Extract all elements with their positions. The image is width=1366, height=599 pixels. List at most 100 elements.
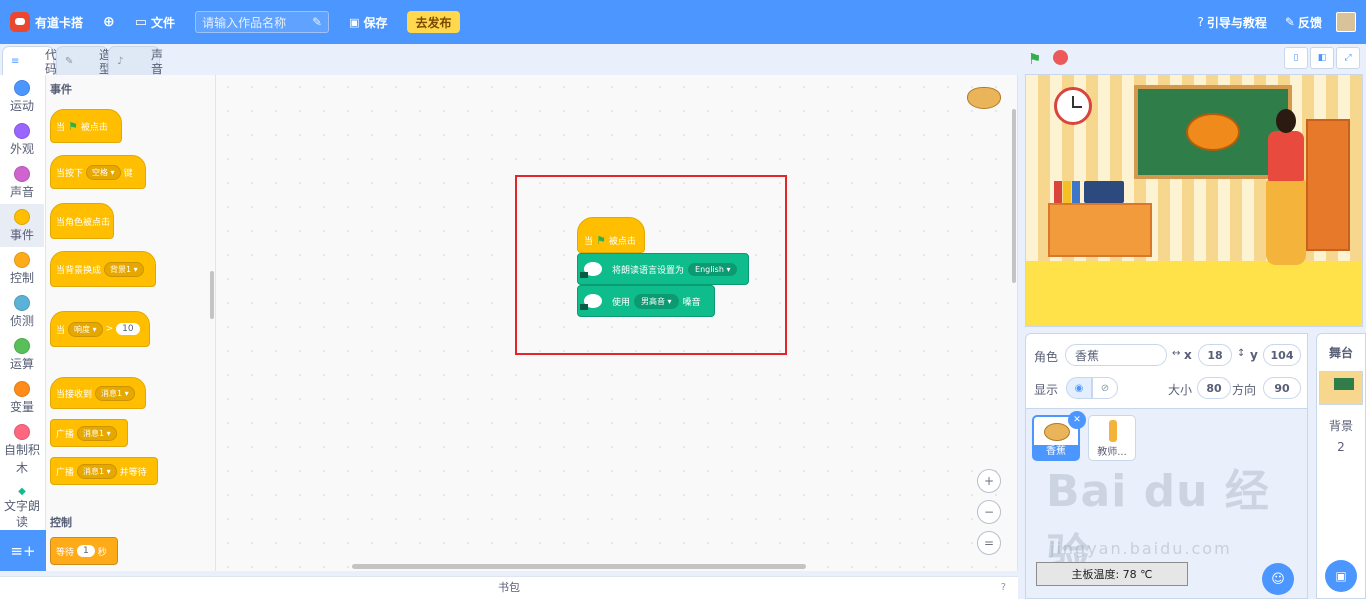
script-area[interactable]: 当 ⚑ 被点击 将朗读语言设置为 English ▾ 使用 男高音 ▾ 嗓音 + − = xyxy=(216,75,1018,571)
direction-input[interactable]: 90 xyxy=(1263,377,1301,399)
feedback-label: 反馈 xyxy=(1297,15,1322,30)
publish-button[interactable]: 去发布 xyxy=(407,11,460,33)
tab-costumes[interactable]: ✎ 造型 xyxy=(56,46,111,76)
fullscreen-button[interactable]: ⤢ xyxy=(1336,47,1360,69)
looks-dot-icon xyxy=(14,123,30,139)
sprite-label: 角色 xyxy=(1034,350,1059,364)
backdrop-dropdown[interactable]: 背景1 ▾ xyxy=(104,261,144,277)
wait-input[interactable]: 1 xyxy=(77,545,95,557)
category-label: 自制积木 xyxy=(3,443,40,475)
avatar[interactable] xyxy=(1336,12,1356,32)
normal-stage-button[interactable]: ◧ xyxy=(1310,47,1334,69)
category-looks[interactable]: 外观 xyxy=(0,118,44,161)
add-backdrop-button[interactable]: ▣ xyxy=(1325,560,1357,592)
language-dropdown[interactable]: English ▾ xyxy=(688,262,738,276)
show-visible-button[interactable]: ◉ xyxy=(1066,377,1092,399)
script-block-set-language[interactable]: 将朗读语言设置为 English ▾ xyxy=(577,253,749,285)
backdrop-count: 2 xyxy=(1337,440,1345,454)
category-my-blocks[interactable]: 自制积木 xyxy=(0,419,44,481)
category-sound[interactable]: 声音 xyxy=(0,161,44,204)
extension-icon: ≡+ xyxy=(10,541,36,560)
block-text: 当接收到 xyxy=(56,389,93,400)
category-events[interactable]: 事件 xyxy=(0,204,44,247)
script-block-set-voice[interactable]: 使用 男高音 ▾ 嗓音 xyxy=(577,285,715,317)
horizontal-scrollbar[interactable] xyxy=(352,564,806,569)
message-dropdown[interactable]: 消息1 ▾ xyxy=(95,385,135,401)
globe-icon[interactable]: ⊕ xyxy=(103,14,115,30)
category-variables[interactable]: 变量 xyxy=(0,376,44,419)
block-when-sprite-clicked[interactable]: 当角色被点击 xyxy=(50,203,114,239)
category-text-to-speech[interactable]: ◆ 文字朗读 xyxy=(0,481,44,537)
logo-text: 有道卡搭 xyxy=(35,15,84,30)
script-block-when-flag-clicked[interactable]: 当 ⚑ 被点击 xyxy=(577,217,645,253)
stage-selector-panel[interactable]: 舞台 背景 2 ▣ xyxy=(1316,333,1366,599)
block-when-flag-clicked[interactable]: 当 ⚑ 被点击 xyxy=(50,109,122,143)
green-flag-button[interactable]: ⚑ xyxy=(1028,50,1041,68)
loudness-input[interactable]: 10 xyxy=(116,323,140,335)
message-dropdown[interactable]: 消息1 ▾ xyxy=(77,425,117,441)
small-stage-button[interactable]: ▯ xyxy=(1284,47,1308,69)
zoom-out-button[interactable]: − xyxy=(977,500,1001,524)
project-name-input[interactable]: 请输入作品名称 ✎ xyxy=(195,11,330,33)
my-blocks-dot-icon xyxy=(14,424,30,440)
backpack-bar[interactable]: 书包 ? xyxy=(0,576,1018,599)
y-label: y xyxy=(1250,348,1258,362)
y-arrows-icon: ↕ xyxy=(1237,348,1246,359)
block-palette: 事件 当 ⚑ 被点击 当按下 空格 ▾ 键 当角色被点击 当背景换成 背景1 ▾ 当响度 … xyxy=(46,75,216,571)
voice-dropdown[interactable]: 男高音 ▾ xyxy=(634,293,679,309)
sprite-card-name: 香蕉 xyxy=(1034,445,1078,459)
block-broadcast-and-wait[interactable]: 广播 消息1 ▾ 并等待 xyxy=(50,457,158,485)
category-motion[interactable]: 运动 xyxy=(0,75,44,118)
category-label: 运算 xyxy=(9,357,34,371)
stage-thumbnail[interactable] xyxy=(1319,371,1363,405)
sprite-card[interactable]: 香蕉 ✕ xyxy=(1032,411,1086,461)
block-text: > xyxy=(105,324,114,334)
x-input[interactable]: 18 xyxy=(1198,344,1232,366)
help-icon[interactable]: ? xyxy=(1001,577,1006,599)
tts-icon: ◆ xyxy=(18,486,26,497)
key-dropdown[interactable]: 空格 ▾ xyxy=(86,164,121,180)
tab-sounds[interactable]: ♪ 声音 xyxy=(108,46,163,76)
help-circle-icon: ? xyxy=(1197,15,1204,29)
category-operators[interactable]: 运算 xyxy=(0,333,44,376)
palette-scrollbar[interactable] xyxy=(210,271,214,319)
sprite-card[interactable]: 教师... xyxy=(1088,415,1136,461)
message-dropdown[interactable]: 消息1 ▾ xyxy=(77,463,117,479)
loudness-dropdown[interactable]: 响度 ▾ xyxy=(68,321,103,337)
sound-dot-icon xyxy=(14,166,30,182)
sprite-name-input[interactable]: 香蕉 xyxy=(1065,344,1167,366)
category-control[interactable]: 控制 xyxy=(0,247,44,290)
block-broadcast[interactable]: 广播 消息1 ▾ xyxy=(50,419,128,447)
dropdown-value: 消息1 xyxy=(83,428,105,438)
delete-sprite-button[interactable]: ✕ xyxy=(1068,411,1086,429)
block-when-key-pressed[interactable]: 当按下 空格 ▾ 键 xyxy=(50,155,146,189)
events-dot-icon xyxy=(14,209,30,225)
guide-button[interactable]: ? 引导与教程 xyxy=(1198,14,1267,31)
zoom-in-button[interactable]: + xyxy=(977,469,1001,493)
add-extension-button[interactable]: ≡+ xyxy=(0,530,46,571)
hide-button[interactable]: ⊘ xyxy=(1092,377,1118,399)
add-sprite-button[interactable]: ☺ xyxy=(1262,563,1294,595)
block-when-receive[interactable]: 当接收到 消息1 ▾ xyxy=(50,377,146,409)
category-label: 外观 xyxy=(9,142,34,156)
logo[interactable]: 有道卡搭 xyxy=(10,12,83,32)
y-input[interactable]: 104 xyxy=(1263,344,1301,366)
size-input[interactable]: 80 xyxy=(1197,377,1231,399)
feedback-button[interactable]: ✎ 反馈 xyxy=(1285,14,1322,31)
block-wait[interactable]: 等待 1 秒 xyxy=(50,537,118,565)
category-sensing[interactable]: 侦测 xyxy=(0,290,44,333)
zoom-reset-button[interactable]: = xyxy=(977,531,1001,555)
save-button[interactable]: ▣ 保存 xyxy=(349,14,387,31)
block-when-backdrop-switches[interactable]: 当背景换成 背景1 ▾ xyxy=(50,251,156,287)
stop-button[interactable] xyxy=(1053,50,1068,65)
block-when-loudness[interactable]: 当响度 ▾ >10 xyxy=(50,311,150,347)
teacher-sprite[interactable] xyxy=(1258,109,1316,269)
speech-icon xyxy=(580,294,602,310)
category-label: 文字朗读 xyxy=(3,499,40,529)
stage-canvas[interactable] xyxy=(1025,74,1363,327)
block-text: 并等待 xyxy=(119,467,147,478)
tab-code[interactable]: ≡ 代码 xyxy=(2,46,57,76)
vertical-scrollbar[interactable] xyxy=(1012,109,1016,283)
orange-sprite[interactable] xyxy=(1186,113,1240,151)
file-menu[interactable]: ▭ 文件 xyxy=(135,14,175,31)
